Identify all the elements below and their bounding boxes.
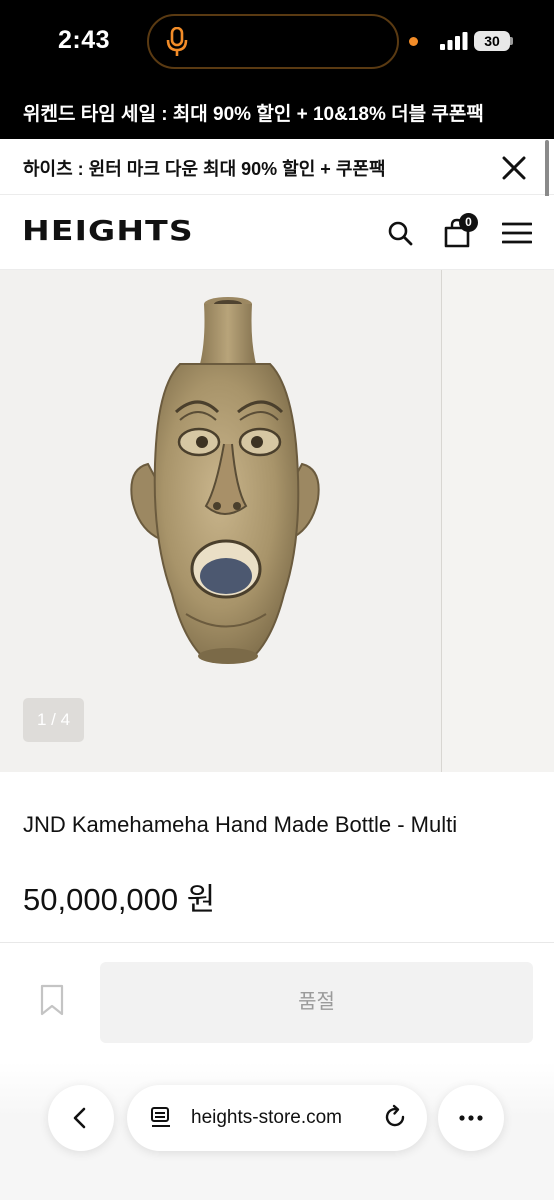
divider [0,942,554,943]
product-page: 2:43 30 위켄드 타임 세일 : 최대 90% 할인 + 10&18% 더… [0,0,554,1200]
address-url: heights-store.com [191,1107,343,1128]
gallery-next-slide[interactable] [442,270,554,772]
reader-icon[interactable] [149,1106,173,1130]
browser-more-button[interactable] [438,1085,504,1151]
gallery-page-indicator: 1 / 4 [23,698,84,742]
soldout-button[interactable]: 품절 [100,962,533,1043]
cart-count-badge: 0 [459,213,478,232]
search-icon[interactable] [387,220,413,246]
menu-icon[interactable] [502,222,532,244]
battery-icon: 30 [474,31,510,51]
battery-nub [510,37,513,45]
bookmark-icon[interactable] [40,984,64,1016]
more-icon [459,1115,483,1121]
product-gallery[interactable]: 1 / 4 [0,270,554,772]
sale-banner-text: 위켄드 타임 세일 : 최대 90% 할인 + 10&18% 더블 쿠폰팩 [23,104,484,125]
sale-banner[interactable]: 위켄드 타임 세일 : 최대 90% 할인 + 10&18% 더블 쿠폰팩 [0,82,554,139]
reload-icon[interactable] [382,1104,408,1130]
close-icon[interactable] [500,154,528,182]
promo-bar-text: 하이츠 : 윈터 마크 다운 최대 90% 할인 + 쿠폰팩 [23,159,386,179]
address-bar[interactable]: heights-store.com [127,1085,427,1151]
status-time: 2:43 [58,26,111,54]
heights-logo[interactable]: HEIGHTS [22,214,194,247]
privacy-indicator-dot [409,37,418,46]
site-header: HEIGHTS 0 [0,196,554,270]
signal-icon [440,32,468,50]
dynamic-island [147,14,399,69]
promo-bar[interactable]: 하이츠 : 윈터 마크 다운 최대 90% 할인 + 쿠폰팩 [0,139,554,195]
browser-back-button[interactable] [48,1085,114,1151]
back-icon [73,1107,86,1129]
status-bar: 2:43 30 [0,0,554,82]
product-image[interactable] [120,294,330,674]
product-name: JND Kamehameha Hand Made Bottle - Multi [23,812,458,837]
product-price: 50,000,000 원 [23,882,216,917]
microphone-icon [166,27,188,56]
